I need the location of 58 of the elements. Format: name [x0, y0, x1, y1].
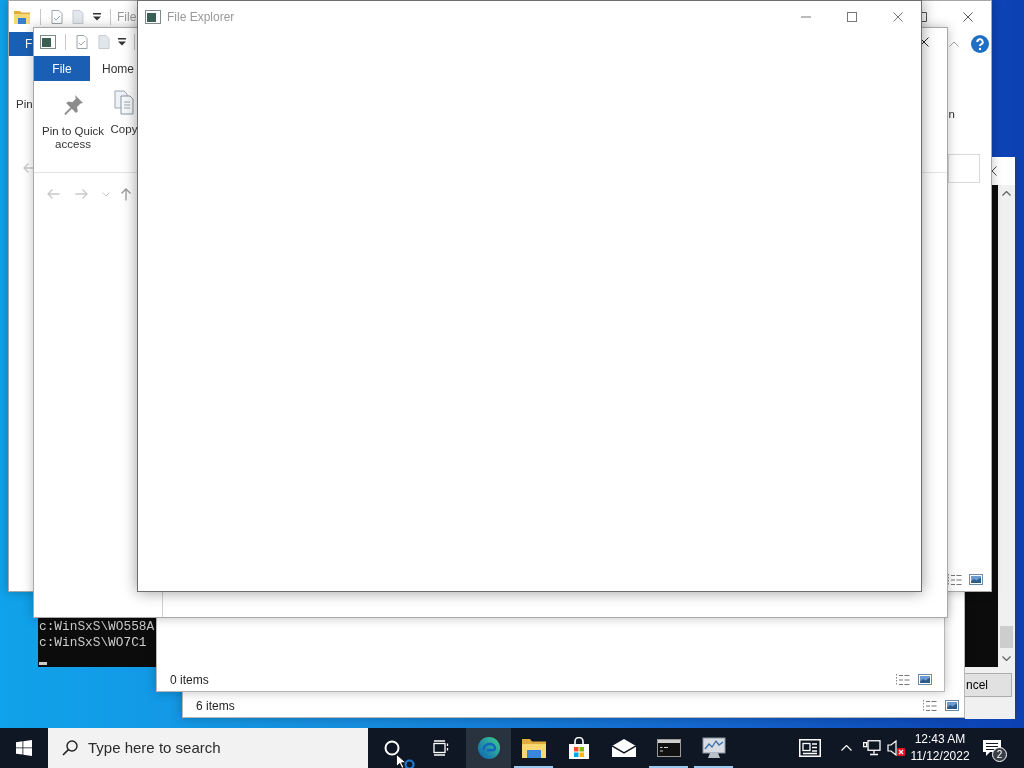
window-title: File Explorer — [167, 8, 235, 26]
copy-icon — [114, 90, 134, 115]
file-tab[interactable]: File — [34, 56, 90, 81]
swirl-icon[interactable] — [476, 736, 501, 760]
collapse-ribbon-icon[interactable] — [949, 41, 959, 47]
up-arrow-icon[interactable] — [120, 187, 132, 201]
busy-cursor-icon — [396, 754, 415, 768]
large-icons-view-icon[interactable] — [969, 574, 983, 585]
file-tab[interactable]: F — [9, 32, 33, 56]
windows-logo-icon[interactable] — [16, 740, 32, 756]
shopping-bag-icon[interactable] — [567, 737, 590, 759]
item-count: 0 items — [170, 671, 209, 689]
chevron-up-icon[interactable] — [840, 745, 852, 751]
ribbon-button[interactable]: Pin — [16, 98, 33, 111]
dropdown-icon[interactable] — [93, 12, 101, 21]
notification-count: 2 — [992, 747, 1007, 762]
console-line: c:WinSxS\WO558A — [39, 619, 155, 635]
maximize-icon[interactable] — [847, 11, 857, 22]
terminal-icon[interactable] — [656, 739, 681, 757]
window-title: File — [117, 8, 137, 26]
maximize-icon[interactable] — [921, 11, 927, 22]
dialog-button[interactable]: ncel — [965, 673, 1012, 697]
scroll-up-icon[interactable] — [1002, 191, 1011, 196]
speaker-muted-icon[interactable] — [887, 740, 905, 756]
scroll-down-icon[interactable] — [1002, 656, 1011, 661]
search-icon — [62, 740, 78, 756]
taskbar-button[interactable] — [466, 728, 511, 768]
search-field[interactable] — [948, 153, 980, 183]
envelope-icon[interactable] — [611, 739, 636, 757]
check-document-icon[interactable] — [51, 9, 63, 24]
text-cursor-icon — [39, 662, 47, 665]
newspaper-icon[interactable] — [799, 739, 821, 757]
pin-icon — [62, 94, 84, 116]
details-view-icon[interactable] — [923, 699, 937, 712]
scrollbar[interactable] — [998, 185, 1015, 667]
search-field[interactable]: Type here to search — [48, 728, 368, 768]
check-document-icon[interactable] — [76, 35, 88, 49]
ribbon-label: n — [948, 108, 955, 121]
ribbon-tab[interactable]: Home — [90, 56, 135, 81]
scrollbar-thumb[interactable] — [1000, 626, 1013, 648]
ribbon-button[interactable]: Pin to Quick access — [38, 81, 108, 151]
window-icon[interactable] — [145, 9, 161, 24]
dropdown-icon[interactable] — [118, 38, 126, 46]
close-icon[interactable] — [963, 11, 973, 22]
details-view-icon[interactable] — [948, 573, 962, 586]
network-icon[interactable] — [863, 740, 881, 756]
monitor-chart-icon[interactable] — [701, 737, 726, 759]
task-view-icon[interactable] — [432, 740, 450, 756]
window-icon[interactable] — [40, 35, 56, 49]
help-icon[interactable] — [971, 35, 989, 53]
item-count: 6 items — [196, 697, 235, 715]
large-icons-view-icon[interactable] — [945, 700, 959, 711]
circle-icon[interactable] — [384, 740, 400, 756]
clock-button[interactable]: 12:43 AM 11/12/2022 — [908, 728, 972, 768]
details-view-icon[interactable] — [896, 673, 910, 686]
folder-icon[interactable] — [521, 738, 546, 758]
console-line: c:WinSxS\WO7C1 — [39, 635, 147, 651]
large-icons-view-icon[interactable] — [918, 674, 932, 685]
